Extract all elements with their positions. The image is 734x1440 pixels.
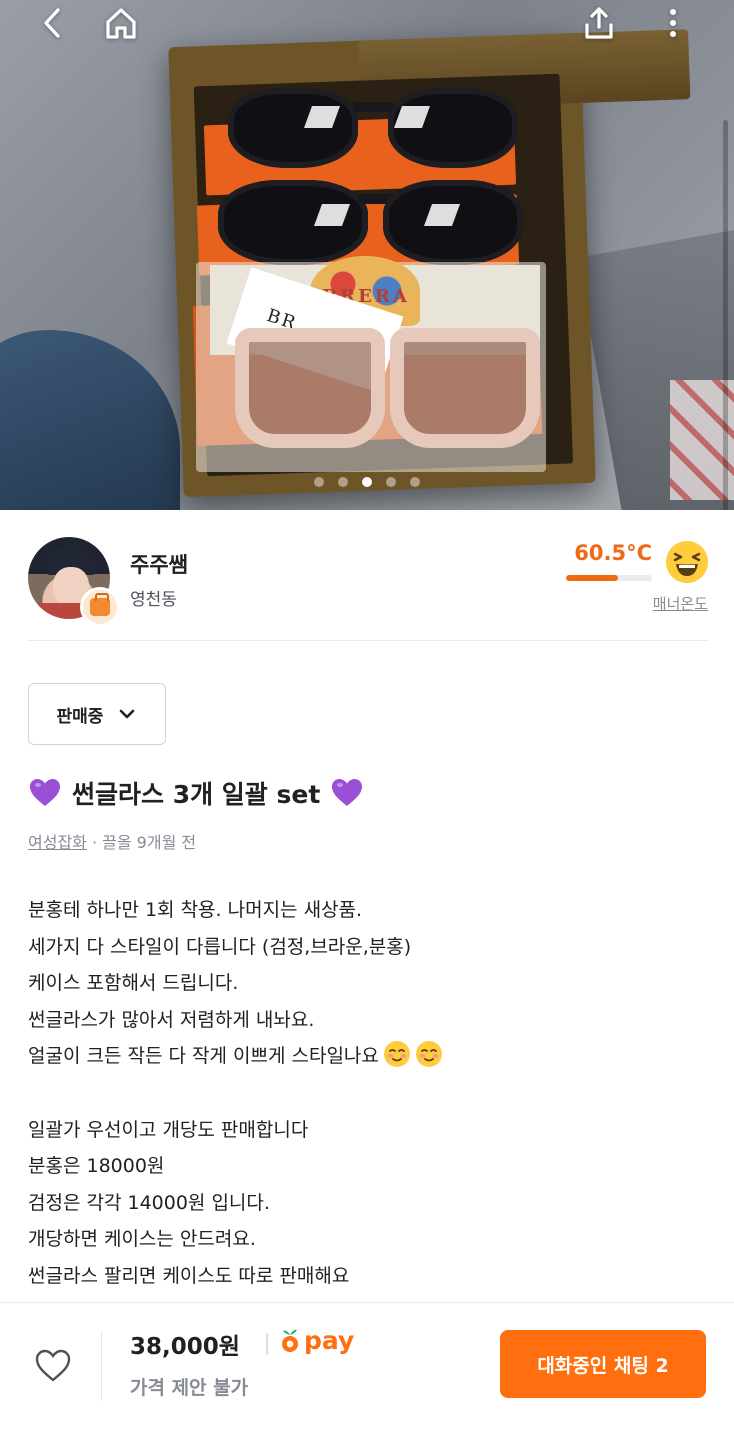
smiling-face-icon <box>383 1040 411 1068</box>
gallery-dot[interactable] <box>386 477 396 487</box>
scrollbar[interactable] <box>723 120 728 510</box>
gallery-dot[interactable] <box>410 477 420 487</box>
description-line: 썬글라스가 많아서 저렴하게 내놔요. <box>28 1008 315 1031</box>
description-line: 분홍은 18000원 <box>28 1155 165 1178</box>
photo-black-sunglasses <box>218 170 523 265</box>
sale-status-dropdown[interactable]: 판매중 <box>28 683 166 745</box>
gallery-dot[interactable] <box>338 477 348 487</box>
post-meta: 여성잡화 · 끌올 9개월 전 <box>28 833 197 852</box>
laughing-face-icon <box>666 541 708 583</box>
description-line: 썬글라스 팔리면 케이스도 따로 판매해요 <box>28 1264 350 1287</box>
product-image-gallery[interactable]: BRERA BR <box>0 0 734 510</box>
manner-temperature-bar <box>566 575 652 581</box>
description-line: 케이스 포함해서 드립니다. <box>28 972 239 995</box>
more-vertical-icon[interactable] <box>648 0 698 46</box>
pay-badge: pay <box>280 1325 354 1355</box>
price-negotiation-status: 가격 제안 불가 <box>130 1377 249 1399</box>
photo-pink-sunglasses <box>215 320 545 455</box>
description-line: 분홍테 하나만 1회 착용. 나머지는 새상품. <box>28 899 363 921</box>
category-link[interactable]: 여성잡화 <box>28 833 87 852</box>
divider <box>28 640 708 641</box>
pay-label: pay <box>304 1325 355 1355</box>
description-line: 일괄가 우선이고 개당도 판매합니다 <box>28 1118 309 1141</box>
manner-temperature-value: 60.5°C <box>574 541 652 565</box>
suitcase-badge-icon <box>80 587 120 627</box>
seller-location: 영천동 <box>130 590 177 610</box>
description-line: 얼굴이 크든 작든 다 작게 이쁘게 스타일나요 <box>28 1038 708 1075</box>
purple-heart-icon <box>30 779 60 806</box>
home-icon[interactable] <box>96 0 146 46</box>
seller-name[interactable]: 주주쌤 <box>130 549 188 579</box>
gallery-page-indicator <box>0 477 734 487</box>
share-icon[interactable] <box>574 0 624 46</box>
manner-temperature-link[interactable]: 매너온도 <box>653 593 708 614</box>
seller-profile[interactable]: 주주쌤 영천동 60.5°C 매너온도 <box>28 537 708 627</box>
description-line: 개당하면 케이스는 안드려요. <box>28 1228 256 1251</box>
post-title: 썬글라스 3개 일괄 set <box>28 772 364 814</box>
smiling-face-icon <box>415 1040 443 1068</box>
description-line: 검정은 각각 14000원 입니다. <box>28 1191 270 1214</box>
bottom-action-bar: 38,000원 pay 가격 제안 불가 대화중인 채팅 2 <box>0 1302 734 1440</box>
heart-icon[interactable] <box>30 1343 76 1389</box>
purple-heart-icon <box>332 779 363 806</box>
gallery-dot[interactable] <box>362 477 372 487</box>
gallery-dot[interactable] <box>314 477 324 487</box>
carrot-icon <box>282 1329 298 1352</box>
chevron-down-icon <box>120 709 135 719</box>
post-time: 끌올 9개월 전 <box>102 833 197 852</box>
post-description: 분홍테 하나만 1회 착용. 나머지는 새상품. 세가지 다 스타일이 다릅니다 … <box>28 892 708 1295</box>
back-arrow-icon[interactable] <box>27 0 77 46</box>
description-line: 세가지 다 스타일이 다릅니다 (검정,브라운,분홍) <box>28 935 412 958</box>
description-blank-line <box>28 1075 708 1112</box>
post-title-text: 썬글라스 3개 일괄 set <box>72 780 321 809</box>
sale-status-label: 판매중 <box>56 706 104 727</box>
price: 38,000원 <box>130 1334 240 1360</box>
chat-button[interactable]: 대화중인 채팅 2 <box>500 1330 706 1398</box>
photo-black-sunglasses <box>228 78 518 168</box>
